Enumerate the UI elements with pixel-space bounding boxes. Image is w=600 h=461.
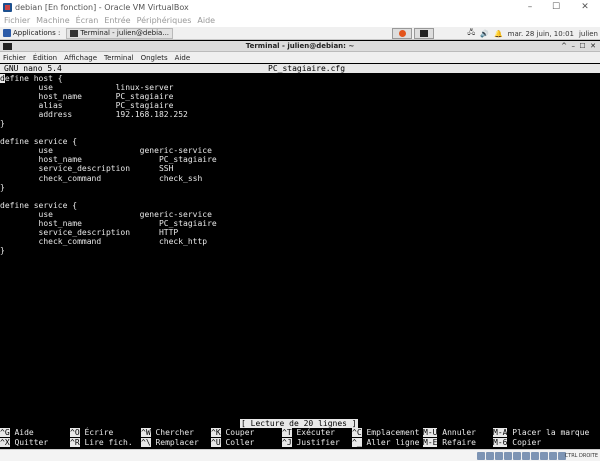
user-menu[interactable]: julien xyxy=(579,30,598,38)
clock[interactable]: mar. 28 juin, 10:01 xyxy=(508,30,574,38)
terminal-window-icon xyxy=(3,43,12,50)
minimize-icon[interactable]: – xyxy=(517,0,543,14)
mouse-integration-icon[interactable] xyxy=(549,452,557,460)
vbox-menu-aide[interactable]: Aide xyxy=(197,16,215,25)
optical-drive-icon[interactable] xyxy=(486,452,494,460)
virtualbox-icon xyxy=(3,2,12,12)
vbox-menu-ecran[interactable]: Écran xyxy=(76,16,99,25)
shortcut-couper[interactable]: ^K Couper xyxy=(211,428,254,438)
network-icon[interactable]: 🖧 xyxy=(467,28,475,39)
terminal-menu-fichier[interactable]: Fichier xyxy=(3,54,26,62)
vbox-menu-peripheriques[interactable]: Périphériques xyxy=(137,16,192,25)
shortcut-bar-row1: ^G Aide ^O Écrire ^W Chercher ^K Couper … xyxy=(0,428,600,438)
recording-icon[interactable] xyxy=(540,452,548,460)
editor-content: efine host { use linux-server host_name … xyxy=(0,74,217,255)
shortcut-annuler[interactable]: M-U Annuler xyxy=(423,428,476,438)
shortcut-placer-marque[interactable]: M-A Placer la marque xyxy=(493,428,589,438)
shortcut-lire-fichier[interactable]: ^R Lire fich. xyxy=(70,438,133,448)
nano-status-message: [ Lecture de 20 lignes ] xyxy=(240,419,358,428)
display-icon[interactable] xyxy=(531,452,539,460)
terminal-menu-onglets[interactable]: Onglets xyxy=(141,54,168,62)
shortcut-quitter[interactable]: ^X Quitter xyxy=(0,438,48,448)
close-icon[interactable]: ✕ xyxy=(572,0,598,14)
shortcut-chercher[interactable]: ^W Chercher xyxy=(141,428,194,438)
firefox-icon xyxy=(398,30,406,37)
terminal-icon xyxy=(70,29,79,37)
terminal-launcher[interactable] xyxy=(414,28,434,39)
terminal-menu-affichage[interactable]: Affichage xyxy=(64,54,97,62)
applications-label: Applications : xyxy=(13,29,61,37)
host-key-label: CTRL DROITE xyxy=(564,453,598,459)
vbox-menu-fichier[interactable]: Fichier xyxy=(4,16,30,25)
terminal-menu-aide[interactable]: Aide xyxy=(175,54,190,62)
guest-panel: Applications : Terminal - julien@debia..… xyxy=(0,27,600,40)
vbox-device-icons[interactable] xyxy=(476,452,566,460)
vbox-window-title: debian [En fonction] - Oracle VM Virtual… xyxy=(15,2,189,12)
volume-icon[interactable]: 🔊 xyxy=(480,30,489,38)
shortcut-executer[interactable]: ^T Exécuter xyxy=(282,428,335,438)
vbox-menubar: Fichier Machine Écran Entrée Périphériqu… xyxy=(0,14,600,27)
shortcut-aide[interactable]: ^G Aide xyxy=(0,428,34,438)
terminal-window-title: Terminal - julien@debian: ~ xyxy=(245,42,355,50)
shortcut-refaire[interactable]: M-E Refaire xyxy=(423,438,476,448)
shortcut-justifier[interactable]: ^J Justifier xyxy=(282,438,340,448)
shortcut-ecrire[interactable]: ^O Écrire xyxy=(70,428,113,438)
shortcut-coller[interactable]: ^U Coller xyxy=(211,438,254,448)
xfce-icon xyxy=(3,29,11,37)
taskbar-terminal-button[interactable]: Terminal - julien@debia... xyxy=(66,27,174,39)
usb-icon[interactable] xyxy=(513,452,521,460)
nano-header: GNU nano 5.4 PC_stagiaire.cfg xyxy=(0,64,600,73)
terminal-menu-edition[interactable]: Édition xyxy=(33,54,57,62)
shortcut-copier[interactable]: M-6 Copier xyxy=(493,438,541,448)
audio-icon[interactable] xyxy=(495,452,503,460)
terminal-titlebar: Terminal - julien@debian: ~ ^ – ☐ ✕ xyxy=(0,41,600,52)
taskbar-terminal-label: Terminal - julien@debia... xyxy=(80,29,170,37)
panel-tray: 🖧 🔊 🔔 mar. 28 juin, 10:01 julien xyxy=(462,27,598,40)
vbox-statusbar: CTRL DROITE xyxy=(0,449,600,461)
notification-bell-icon[interactable]: 🔔 xyxy=(494,30,503,38)
maximize-icon[interactable]: ☐ xyxy=(543,0,569,14)
firefox-launcher[interactable] xyxy=(392,28,412,39)
editor-text[interactable]: define host { use linux-server host_name… xyxy=(0,74,217,255)
applications-menu[interactable]: Applications : xyxy=(0,27,63,40)
vbox-titlebar: debian [En fonction] - Oracle VM Virtual… xyxy=(0,0,600,14)
shortcut-aller-ligne[interactable]: ^_ Aller ligne xyxy=(352,438,419,448)
terminal-launcher-icon xyxy=(420,30,428,37)
shortcut-bar-row2: ^X Quitter ^R Lire fich. ^\ Remplacer ^U… xyxy=(0,438,600,448)
terminal-area[interactable]: GNU nano 5.4 PC_stagiaire.cfg define hos… xyxy=(0,63,600,449)
terminal-menu-terminal[interactable]: Terminal xyxy=(104,54,134,62)
vbox-menu-entree[interactable]: Entrée xyxy=(104,16,130,25)
terminal-window-controls[interactable]: ^ – ☐ ✕ xyxy=(561,41,596,52)
network-adapter-icon[interactable] xyxy=(504,452,512,460)
vbox-menu-machine[interactable]: Machine xyxy=(36,16,70,25)
hard-disk-icon[interactable] xyxy=(477,452,485,460)
nano-version: GNU nano 5.4 xyxy=(4,64,62,73)
launcher-group xyxy=(392,28,436,39)
shortcut-emplacement[interactable]: ^C Emplacement xyxy=(352,428,419,438)
shortcut-remplacer[interactable]: ^\ Remplacer xyxy=(141,438,199,448)
terminal-menubar: Fichier Édition Affichage Terminal Ongle… xyxy=(0,52,600,63)
shared-folder-icon[interactable] xyxy=(522,452,530,460)
nano-filename: PC_stagiaire.cfg xyxy=(268,64,346,73)
